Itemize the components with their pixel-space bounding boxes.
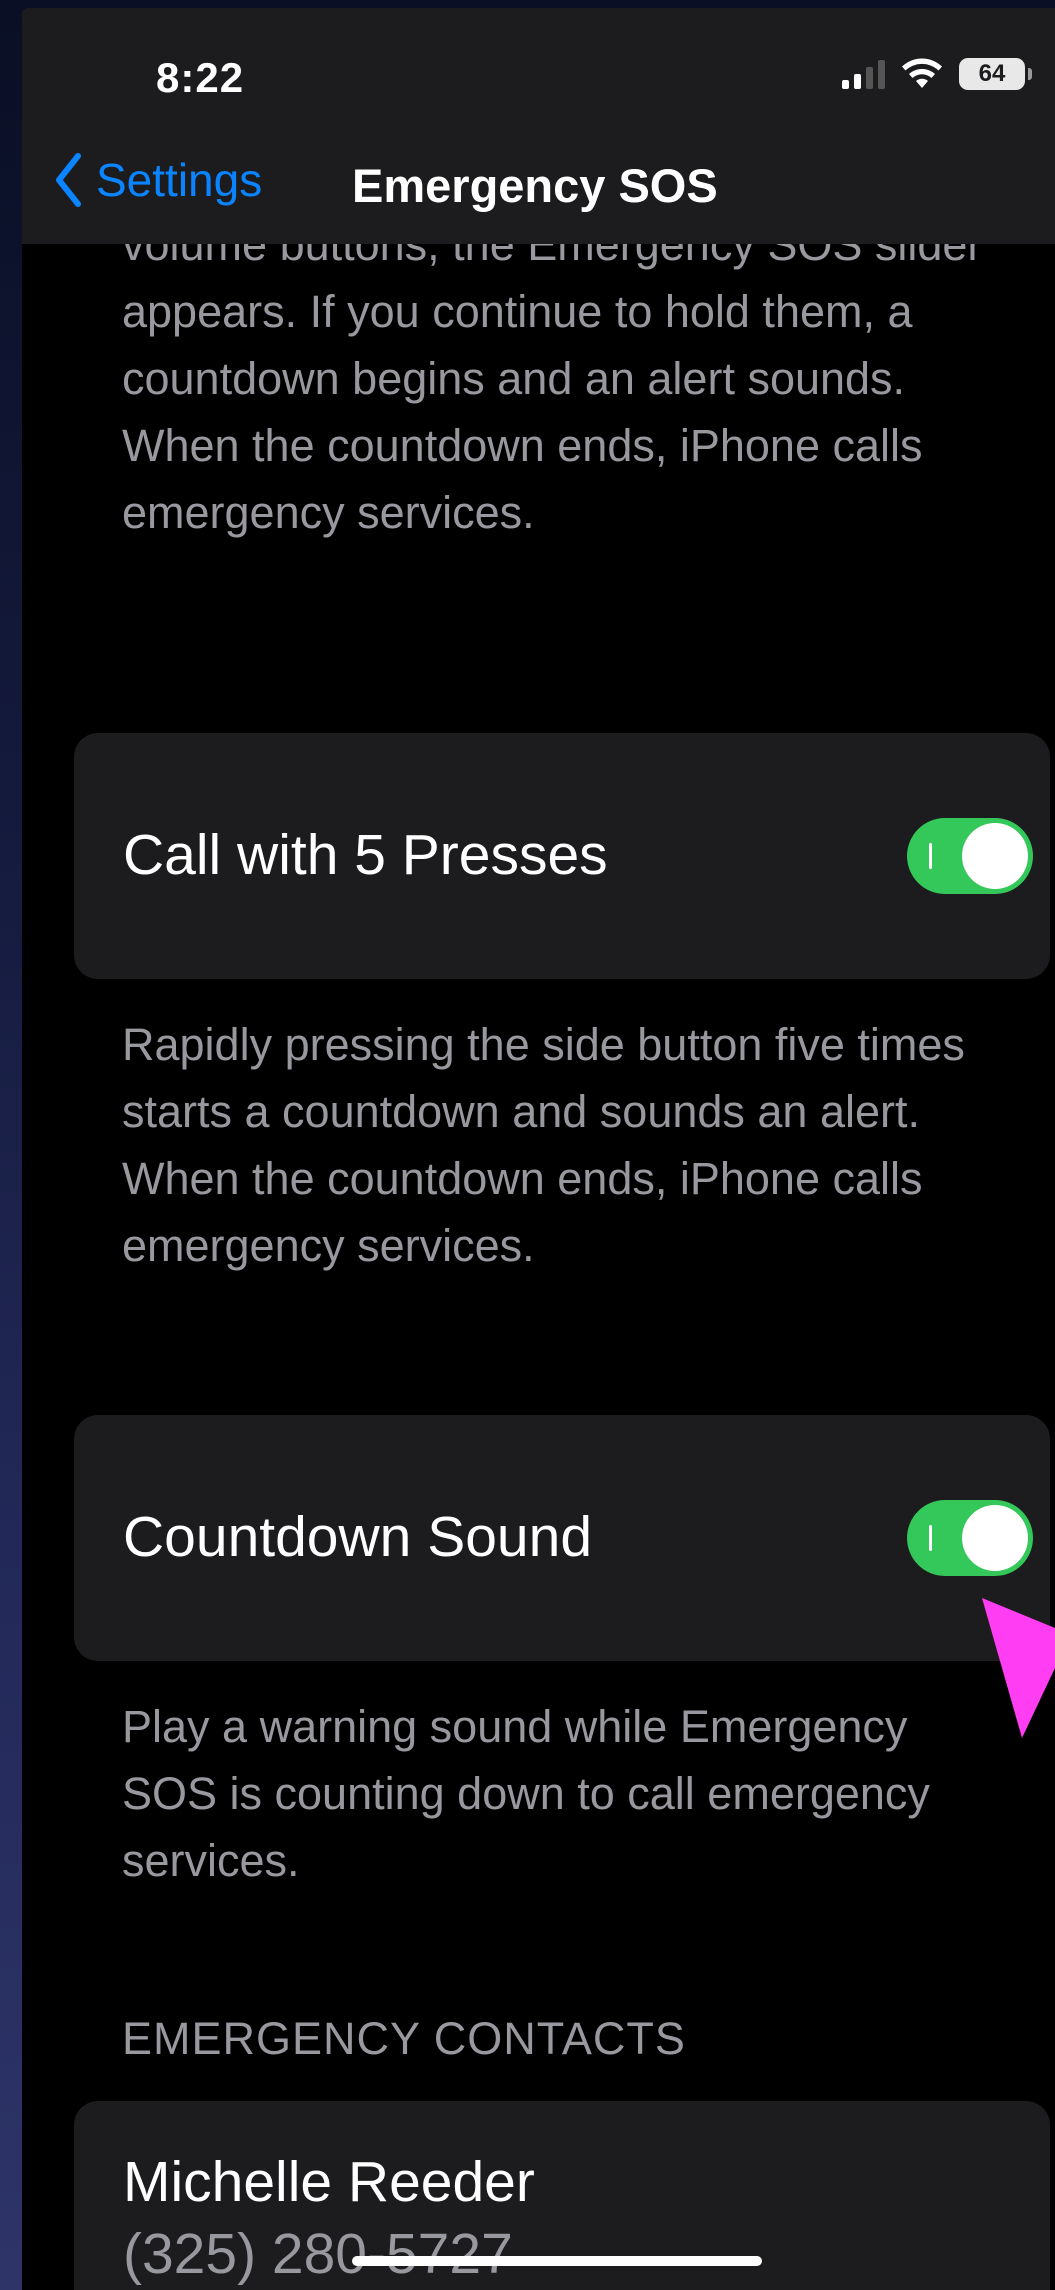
home-indicator[interactable] <box>352 2256 762 2266</box>
call-with-5-presses-toggle[interactable] <box>907 818 1033 894</box>
chevron-left-icon <box>56 153 81 207</box>
wifi-icon <box>902 58 942 88</box>
call-with-5-presses-row[interactable]: Call with 5 Presses <box>74 733 1050 979</box>
countdown-sound-toggle[interactable] <box>907 1500 1033 1576</box>
annotation-arrow-icon <box>982 1598 1055 1738</box>
call-with-5-presses-footer: Rapidly pressing the side button five ti… <box>122 1019 965 1271</box>
phone-screen: volume buttons, the Emergency SOS slider… <box>22 8 1055 2290</box>
toggle-knob <box>962 1505 1028 1571</box>
battery-icon: 64 <box>959 58 1032 90</box>
contact-phone: (325) 280-5727 <box>123 2222 513 2286</box>
status-bar: 8:22 64 <box>22 8 1055 138</box>
toggle-knob <box>962 823 1028 889</box>
back-button[interactable]: Settings <box>54 152 262 208</box>
intro-description: volume buttons, the Emergency SOS slider… <box>122 219 983 538</box>
page-title: Emergency SOS <box>352 159 718 212</box>
emergency-contacts-header: EMERGENCY CONTACTS <box>122 2013 686 2064</box>
status-icons: 64 <box>842 58 1032 90</box>
cellular-signal-icon <box>842 59 885 89</box>
contact-name: Michelle Reeder <box>123 2150 535 2214</box>
navigation-bar: Settings Emergency SOS <box>22 138 1055 244</box>
toggle-on-indicator <box>929 843 932 869</box>
countdown-sound-footer: Play a warning sound while Emergency SOS… <box>122 1701 930 1886</box>
countdown-sound-row[interactable]: Countdown Sound <box>74 1415 1050 1661</box>
call-with-5-presses-label: Call with 5 Presses <box>123 823 608 887</box>
back-label: Settings <box>96 154 263 206</box>
countdown-sound-label: Countdown Sound <box>123 1505 593 1569</box>
toggle-on-indicator <box>929 1525 932 1551</box>
status-time: 8:22 <box>156 54 245 101</box>
